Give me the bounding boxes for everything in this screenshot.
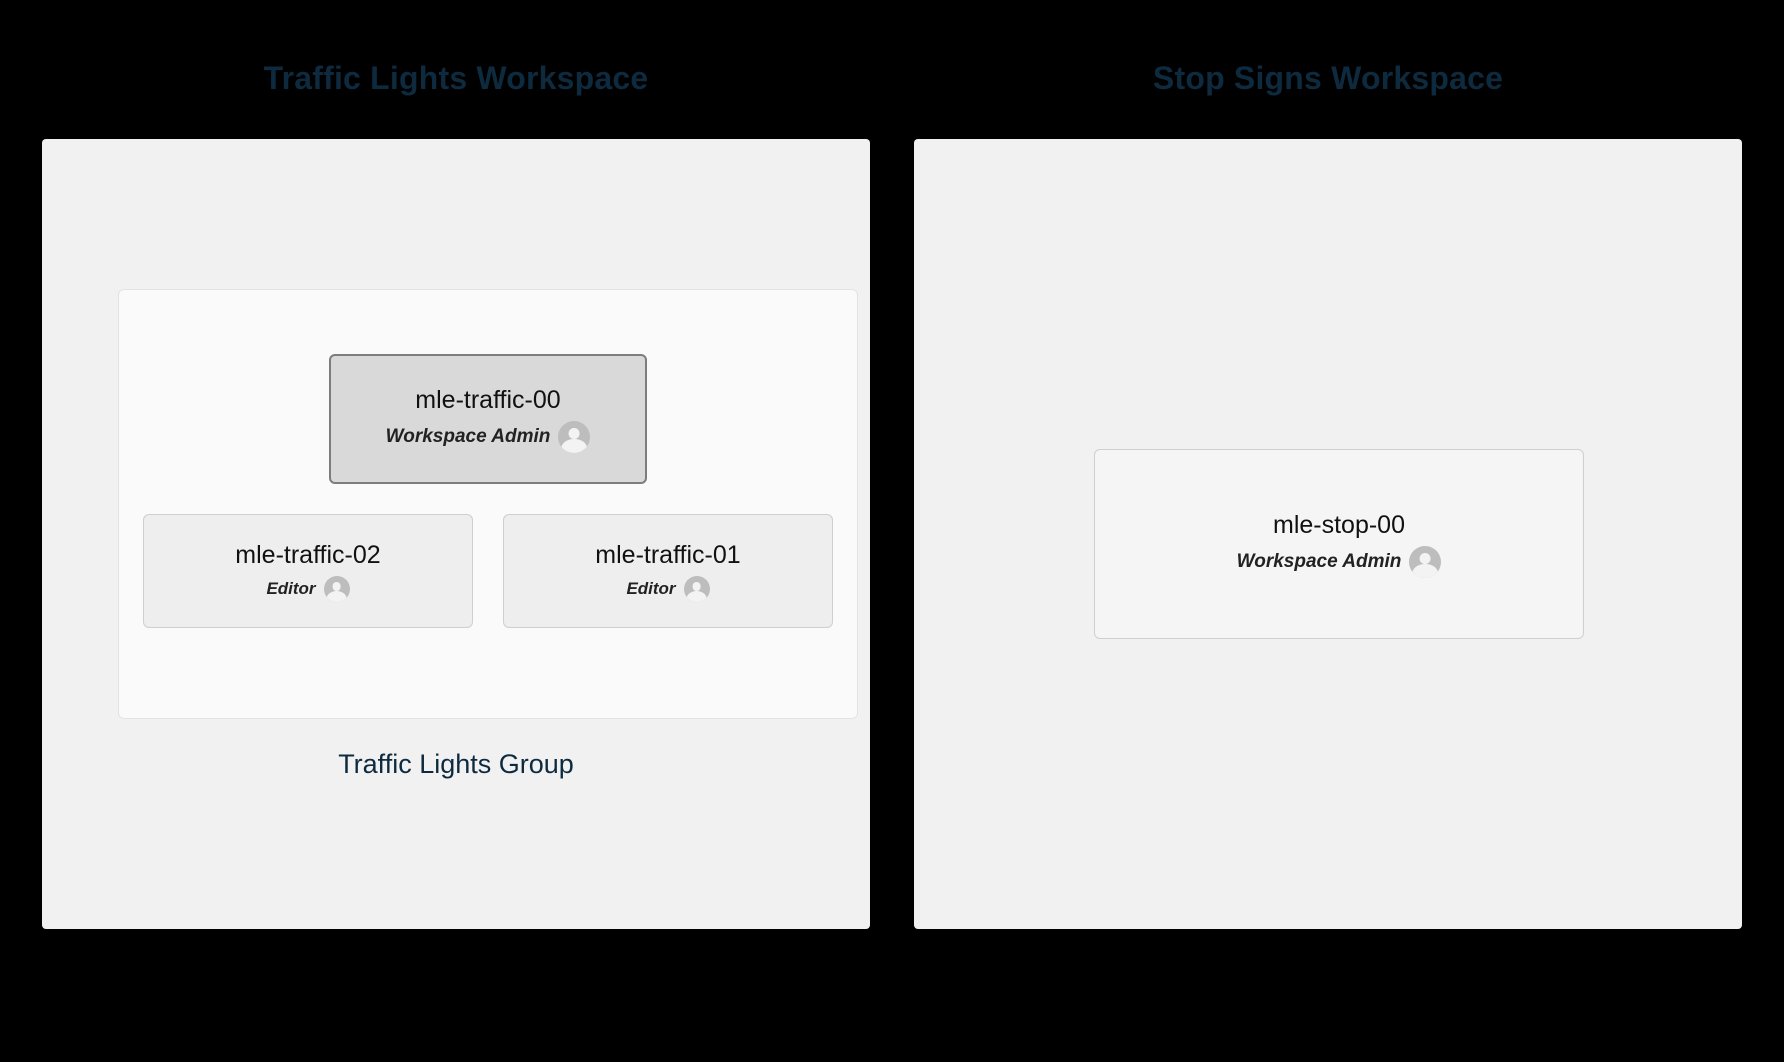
stop-signs-column: Stop Signs Workspace mle-stop-00 Workspa… <box>914 60 1742 1062</box>
user-card-admin: mle-stop-00 Workspace Admin <box>1094 449 1584 639</box>
user-card-admin: mle-traffic-00 Workspace Admin <box>329 354 647 484</box>
role-row: Editor <box>626 576 709 602</box>
avatar-icon <box>1409 546 1441 578</box>
avatar-icon <box>324 576 350 602</box>
user-role: Workspace Admin <box>1237 551 1402 573</box>
traffic-lights-title: Traffic Lights Workspace <box>264 60 649 97</box>
editors-row: mle-traffic-02 Editor mle-traffic-01 Edi… <box>143 514 833 628</box>
user-card-editor: mle-traffic-01 Editor <box>503 514 833 628</box>
role-row: Editor <box>266 576 349 602</box>
role-row: Workspace Admin <box>386 421 591 453</box>
stop-signs-workspace-box: mle-stop-00 Workspace Admin <box>914 139 1742 929</box>
role-row: Workspace Admin <box>1237 546 1442 578</box>
user-name: mle-traffic-02 <box>235 541 380 570</box>
traffic-lights-group-label: Traffic Lights Group <box>42 749 870 780</box>
traffic-lights-workspace-box: mle-traffic-00 Workspace Admin mle-traff… <box>42 139 870 929</box>
traffic-lights-group-card: mle-traffic-00 Workspace Admin mle-traff… <box>118 289 858 719</box>
user-role: Editor <box>626 579 675 599</box>
diagram-canvas: Traffic Lights Workspace mle-traffic-00 … <box>0 0 1784 1062</box>
user-name: mle-traffic-00 <box>415 386 560 415</box>
traffic-lights-column: Traffic Lights Workspace mle-traffic-00 … <box>42 60 870 1062</box>
avatar-icon <box>684 576 710 602</box>
user-role: Editor <box>266 579 315 599</box>
avatar-icon <box>558 421 590 453</box>
user-name: mle-stop-00 <box>1273 511 1405 540</box>
user-card-editor: mle-traffic-02 Editor <box>143 514 473 628</box>
user-role: Workspace Admin <box>386 426 551 448</box>
user-name: mle-traffic-01 <box>595 541 740 570</box>
stop-signs-title: Stop Signs Workspace <box>1153 60 1503 97</box>
